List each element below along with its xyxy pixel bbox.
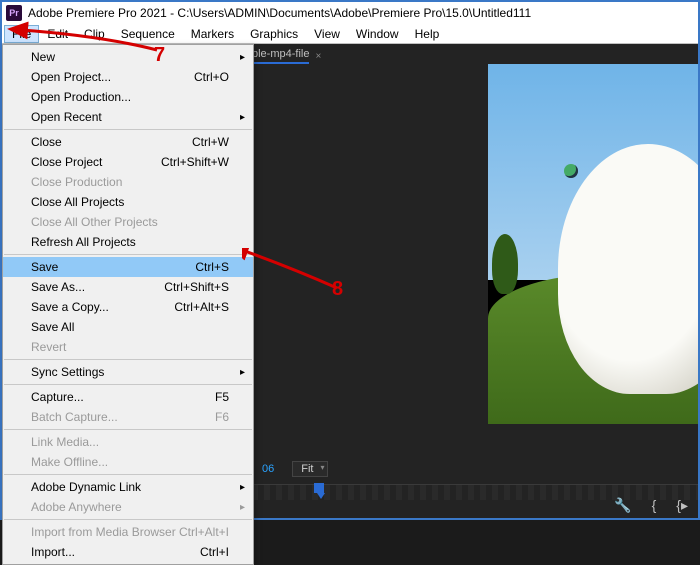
menu-item-shortcut: Ctrl+Shift+W (161, 155, 229, 169)
video-frame-tree (492, 234, 518, 294)
menu-sequence[interactable]: Sequence (113, 25, 183, 43)
timecode-display[interactable]: 06 (262, 463, 274, 475)
menu-item-link-media: Link Media... (3, 432, 253, 452)
annotation-number-8: 8 (332, 278, 343, 301)
menu-item-label: Open Production... (31, 90, 131, 104)
submenu-arrow-icon: ▸ (240, 482, 245, 493)
submenu-arrow-icon: ▸ (240, 112, 245, 123)
menu-item-label: Close Production (31, 175, 122, 189)
menu-item-save-a-copy[interactable]: Save a Copy... Ctrl+Alt+S (3, 297, 253, 317)
menu-item-shortcut: Ctrl+Shift+S (164, 280, 229, 294)
menu-item-label: Save a Copy... (31, 300, 109, 314)
menu-graphics[interactable]: Graphics (242, 25, 306, 43)
source-tab[interactable]: ple-mp4-file (252, 48, 309, 64)
menu-item-label: Import from Media Browser (31, 525, 176, 539)
menu-item-label: Revert (31, 340, 66, 354)
menu-item-shortcut: Ctrl+Alt+I (179, 525, 229, 539)
menu-item-label: Open Recent (31, 110, 102, 124)
menu-item-save[interactable]: Save Ctrl+S (3, 257, 253, 277)
menu-view[interactable]: View (306, 25, 348, 43)
menu-item-label: Close (31, 135, 62, 149)
menu-item-shortcut: F6 (215, 410, 229, 424)
menu-item-label: Sync Settings (31, 365, 104, 379)
menu-file[interactable]: File (4, 25, 39, 43)
menu-item-close-all-other-projects: Close All Other Projects (3, 212, 253, 232)
title-bar: Pr Adobe Premiere Pro 2021 - C:\Users\AD… (2, 2, 698, 24)
menu-item-open-recent[interactable]: Open Recent ▸ (3, 107, 253, 127)
menu-item-make-offline: Make Offline... (3, 452, 253, 472)
menu-item-open-production[interactable]: Open Production... (3, 87, 253, 107)
menu-item-label: Batch Capture... (31, 410, 118, 424)
menu-item-label: Import... (31, 545, 75, 559)
menu-item-label: Capture... (31, 390, 84, 404)
menu-item-save-all[interactable]: Save All (3, 317, 253, 337)
menu-item-shortcut: Ctrl+O (194, 70, 229, 84)
menu-item-label: New (31, 50, 55, 64)
menu-item-label: Close Project (31, 155, 102, 169)
menu-markers[interactable]: Markers (183, 25, 242, 43)
menu-edit[interactable]: Edit (39, 25, 76, 43)
mark-out-icon[interactable]: {▸ (676, 497, 688, 514)
zoom-fit-dropdown[interactable]: Fit (292, 461, 328, 477)
submenu-arrow-icon: ▸ (240, 52, 245, 63)
menu-item-import[interactable]: Import... Ctrl+I (3, 542, 253, 562)
menu-item-shortcut: F5 (215, 390, 229, 404)
menu-item-label: Save (31, 260, 58, 274)
menu-item-label: Open Project... (31, 70, 111, 84)
menu-item-label: Close All Projects (31, 195, 124, 209)
mark-in-icon[interactable]: { (652, 497, 657, 514)
menu-bar: FileEditClipSequenceMarkersGraphicsViewW… (2, 24, 698, 44)
menu-item-label: Link Media... (31, 435, 99, 449)
menu-item-label: Make Offline... (31, 455, 108, 469)
menu-item-shortcut: Ctrl+W (192, 135, 229, 149)
menu-item-label: Save As... (31, 280, 85, 294)
annotation-number-7: 7 (154, 44, 165, 67)
submenu-arrow-icon: ▸ (240, 502, 245, 513)
menu-item-save-as[interactable]: Save As... Ctrl+Shift+S (3, 277, 253, 297)
video-frame-eye (564, 164, 578, 178)
file-menu-dropdown: New ▸ Open Project... Ctrl+O Open Production… (2, 44, 254, 565)
source-tab-strip: ple-mp4-file × (252, 48, 321, 64)
menu-item-adobe-anywhere: Adobe Anywhere ▸ (3, 497, 253, 517)
menu-item-close[interactable]: Close Ctrl+W (3, 132, 253, 152)
submenu-arrow-icon: ▸ (240, 367, 245, 378)
menu-help[interactable]: Help (407, 25, 448, 43)
menu-item-new[interactable]: New ▸ (3, 47, 253, 67)
monitor-button-row: 🔧 { {▸ (614, 497, 688, 514)
monitor-controls: 06 Fit (252, 458, 698, 480)
menu-item-adobe-dynamic-link[interactable]: Adobe Dynamic Link ▸ (3, 477, 253, 497)
menu-clip[interactable]: Clip (76, 25, 113, 43)
menu-item-capture[interactable]: Capture... F5 (3, 387, 253, 407)
menu-item-refresh-all-projects[interactable]: Refresh All Projects (3, 232, 253, 252)
menu-item-close-all-projects[interactable]: Close All Projects (3, 192, 253, 212)
menu-item-shortcut: Ctrl+Alt+S (174, 300, 229, 314)
settings-icon[interactable]: 🔧 (614, 497, 631, 514)
menu-item-close-production: Close Production (3, 172, 253, 192)
menu-item-shortcut: Ctrl+I (200, 545, 229, 559)
window-title: Adobe Premiere Pro 2021 - C:\Users\ADMIN… (28, 6, 531, 20)
menu-item-import-from-media-browser: Import from Media BrowserCtrl+Alt+I (3, 522, 253, 542)
menu-item-batch-capture: Batch Capture... F6 (3, 407, 253, 427)
menu-window[interactable]: Window (348, 25, 407, 43)
menu-item-shortcut: Ctrl+S (195, 260, 229, 274)
menu-item-label: Adobe Anywhere (31, 500, 122, 514)
app-logo-icon: Pr (6, 5, 22, 21)
menu-item-label: Adobe Dynamic Link (31, 480, 141, 494)
menu-item-label: Save All (31, 320, 74, 334)
menu-item-open-project[interactable]: Open Project... Ctrl+O (3, 67, 253, 87)
menu-item-sync-settings[interactable]: Sync Settings ▸ (3, 362, 253, 382)
menu-item-label: Close All Other Projects (31, 215, 158, 229)
playhead-icon[interactable] (314, 483, 324, 493)
program-monitor (488, 64, 698, 424)
close-tab-icon[interactable]: × (315, 51, 321, 62)
menu-item-label: Refresh All Projects (31, 235, 136, 249)
menu-item-revert: Revert (3, 337, 253, 357)
menu-item-close-project[interactable]: Close Project Ctrl+Shift+W (3, 152, 253, 172)
